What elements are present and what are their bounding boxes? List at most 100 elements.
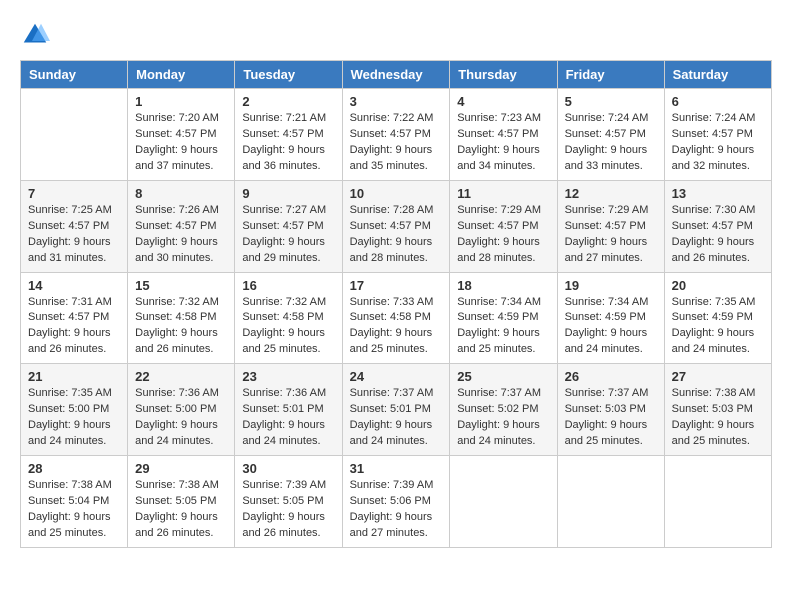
day-info: Sunrise: 7:28 AMSunset: 4:57 PMDaylight:…: [350, 203, 443, 267]
day-info: Sunrise: 7:30 AMSunset: 4:57 PMDaylight:…: [672, 203, 764, 267]
day-number: 13: [672, 186, 764, 201]
calendar-cell: 31 Sunrise: 7:39 AMSunset: 5:06 PMDayligh…: [342, 456, 450, 548]
calendar-cell: 14 Sunrise: 7:31 AMSunset: 4:57 PMDayligh…: [21, 272, 128, 364]
day-number: 26: [565, 369, 657, 384]
calendar-day-header: Thursday: [450, 61, 557, 89]
day-number: 7: [28, 186, 120, 201]
calendar-cell: 23 Sunrise: 7:36 AMSunset: 5:01 PMDayligh…: [235, 364, 342, 456]
day-info: Sunrise: 7:23 AMSunset: 4:57 PMDaylight:…: [457, 111, 549, 175]
calendar-cell: 13 Sunrise: 7:30 AMSunset: 4:57 PMDayligh…: [664, 180, 771, 272]
calendar-cell: 26 Sunrise: 7:37 AMSunset: 5:03 PMDayligh…: [557, 364, 664, 456]
calendar-cell: 29 Sunrise: 7:38 AMSunset: 5:05 PMDayligh…: [128, 456, 235, 548]
day-number: 23: [242, 369, 334, 384]
calendar-week-row: 14 Sunrise: 7:31 AMSunset: 4:57 PMDayligh…: [21, 272, 772, 364]
calendar-cell: 10 Sunrise: 7:28 AMSunset: 4:57 PMDayligh…: [342, 180, 450, 272]
calendar-cell: 19 Sunrise: 7:34 AMSunset: 4:59 PMDayligh…: [557, 272, 664, 364]
day-info: Sunrise: 7:39 AMSunset: 5:05 PMDaylight:…: [242, 478, 334, 542]
day-number: 18: [457, 278, 549, 293]
calendar-day-header: Monday: [128, 61, 235, 89]
calendar-week-row: 7 Sunrise: 7:25 AMSunset: 4:57 PMDaylight…: [21, 180, 772, 272]
day-info: Sunrise: 7:24 AMSunset: 4:57 PMDaylight:…: [672, 111, 764, 175]
calendar-cell: [21, 89, 128, 181]
calendar-cell: 7 Sunrise: 7:25 AMSunset: 4:57 PMDaylight…: [21, 180, 128, 272]
day-number: 6: [672, 94, 764, 109]
day-number: 27: [672, 369, 764, 384]
day-number: 8: [135, 186, 227, 201]
day-number: 14: [28, 278, 120, 293]
calendar-week-row: 1 Sunrise: 7:20 AMSunset: 4:57 PMDaylight…: [21, 89, 772, 181]
day-info: Sunrise: 7:32 AMSunset: 4:58 PMDaylight:…: [242, 295, 334, 359]
day-info: Sunrise: 7:29 AMSunset: 4:57 PMDaylight:…: [565, 203, 657, 267]
day-info: Sunrise: 7:38 AMSunset: 5:04 PMDaylight:…: [28, 478, 120, 542]
calendar-cell: 5 Sunrise: 7:24 AMSunset: 4:57 PMDaylight…: [557, 89, 664, 181]
day-info: Sunrise: 7:36 AMSunset: 5:00 PMDaylight:…: [135, 386, 227, 450]
calendar-cell: 20Sunrise: 7:35 AMSunset: 4:59 PMDayligh…: [664, 272, 771, 364]
calendar-cell: 24 Sunrise: 7:37 AMSunset: 5:01 PMDayligh…: [342, 364, 450, 456]
calendar-cell: 25Sunrise: 7:37 AMSunset: 5:02 PMDayligh…: [450, 364, 557, 456]
calendar-day-header: Friday: [557, 61, 664, 89]
day-info: Sunrise: 7:27 AMSunset: 4:57 PMDaylight:…: [242, 203, 334, 267]
day-info: Sunrise: 7:37 AMSunset: 5:01 PMDaylight:…: [350, 386, 443, 450]
calendar-cell: 27 Sunrise: 7:38 AMSunset: 5:03 PMDayligh…: [664, 364, 771, 456]
day-number: 24: [350, 369, 443, 384]
day-number: 15: [135, 278, 227, 293]
day-number: 16: [242, 278, 334, 293]
day-number: 9: [242, 186, 334, 201]
day-number: 10: [350, 186, 443, 201]
calendar-week-row: 28 Sunrise: 7:38 AMSunset: 5:04 PMDayligh…: [21, 456, 772, 548]
day-number: 25: [457, 369, 549, 384]
calendar-cell: 30Sunrise: 7:39 AMSunset: 5:05 PMDayligh…: [235, 456, 342, 548]
day-info: Sunrise: 7:29 AMSunset: 4:57 PMDaylight:…: [457, 203, 549, 267]
day-number: 4: [457, 94, 549, 109]
calendar-cell: 2 Sunrise: 7:21 AMSunset: 4:57 PMDaylight…: [235, 89, 342, 181]
day-info: Sunrise: 7:34 AMSunset: 4:59 PMDaylight:…: [565, 295, 657, 359]
calendar-header-row: SundayMondayTuesdayWednesdayThursdayFrid…: [21, 61, 772, 89]
day-number: 5: [565, 94, 657, 109]
day-info: Sunrise: 7:20 AMSunset: 4:57 PMDaylight:…: [135, 111, 227, 175]
day-number: 2: [242, 94, 334, 109]
day-info: Sunrise: 7:34 AMSunset: 4:59 PMDaylight:…: [457, 295, 549, 359]
day-info: Sunrise: 7:38 AMSunset: 5:05 PMDaylight:…: [135, 478, 227, 542]
calendar-cell: 1 Sunrise: 7:20 AMSunset: 4:57 PMDaylight…: [128, 89, 235, 181]
calendar-day-header: Saturday: [664, 61, 771, 89]
calendar-cell: [450, 456, 557, 548]
day-info: Sunrise: 7:35 AMSunset: 5:00 PMDaylight:…: [28, 386, 120, 450]
calendar-cell: 15Sunrise: 7:32 AMSunset: 4:58 PMDayligh…: [128, 272, 235, 364]
calendar-cell: 11Sunrise: 7:29 AMSunset: 4:57 PMDayligh…: [450, 180, 557, 272]
calendar-table: SundayMondayTuesdayWednesdayThursdayFrid…: [20, 60, 772, 548]
day-info: Sunrise: 7:26 AMSunset: 4:57 PMDaylight:…: [135, 203, 227, 267]
calendar-cell: 9 Sunrise: 7:27 AMSunset: 4:57 PMDaylight…: [235, 180, 342, 272]
day-number: 1: [135, 94, 227, 109]
day-number: 19: [565, 278, 657, 293]
calendar-cell: 18 Sunrise: 7:34 AMSunset: 4:59 PMDayligh…: [450, 272, 557, 364]
day-info: Sunrise: 7:38 AMSunset: 5:03 PMDaylight:…: [672, 386, 764, 450]
day-number: 28: [28, 461, 120, 476]
calendar-day-header: Tuesday: [235, 61, 342, 89]
day-number: 29: [135, 461, 227, 476]
calendar-cell: 17Sunrise: 7:33 AMSunset: 4:58 PMDayligh…: [342, 272, 450, 364]
calendar-cell: 16 Sunrise: 7:32 AMSunset: 4:58 PMDayligh…: [235, 272, 342, 364]
calendar-cell: 4 Sunrise: 7:23 AMSunset: 4:57 PMDaylight…: [450, 89, 557, 181]
logo: [20, 20, 54, 50]
calendar-cell: 6 Sunrise: 7:24 AMSunset: 4:57 PMDaylight…: [664, 89, 771, 181]
day-number: 20: [672, 278, 764, 293]
calendar-cell: 21 Sunrise: 7:35 AMSunset: 5:00 PMDayligh…: [21, 364, 128, 456]
calendar-week-row: 21 Sunrise: 7:35 AMSunset: 5:00 PMDayligh…: [21, 364, 772, 456]
page-header: [20, 20, 772, 50]
day-info: Sunrise: 7:24 AMSunset: 4:57 PMDaylight:…: [565, 111, 657, 175]
day-info: Sunrise: 7:37 AMSunset: 5:03 PMDaylight:…: [565, 386, 657, 450]
day-info: Sunrise: 7:36 AMSunset: 5:01 PMDaylight:…: [242, 386, 334, 450]
day-number: 12: [565, 186, 657, 201]
day-number: 21: [28, 369, 120, 384]
calendar-cell: 12 Sunrise: 7:29 AMSunset: 4:57 PMDayligh…: [557, 180, 664, 272]
day-number: 31: [350, 461, 443, 476]
day-info: Sunrise: 7:39 AMSunset: 5:06 PMDaylight:…: [350, 478, 443, 542]
day-info: Sunrise: 7:22 AMSunset: 4:57 PMDaylight:…: [350, 111, 443, 175]
calendar-cell: [557, 456, 664, 548]
day-info: Sunrise: 7:25 AMSunset: 4:57 PMDaylight:…: [28, 203, 120, 267]
day-info: Sunrise: 7:31 AMSunset: 4:57 PMDaylight:…: [28, 295, 120, 359]
day-info: Sunrise: 7:21 AMSunset: 4:57 PMDaylight:…: [242, 111, 334, 175]
day-number: 17: [350, 278, 443, 293]
calendar-cell: 28 Sunrise: 7:38 AMSunset: 5:04 PMDayligh…: [21, 456, 128, 548]
day-number: 3: [350, 94, 443, 109]
